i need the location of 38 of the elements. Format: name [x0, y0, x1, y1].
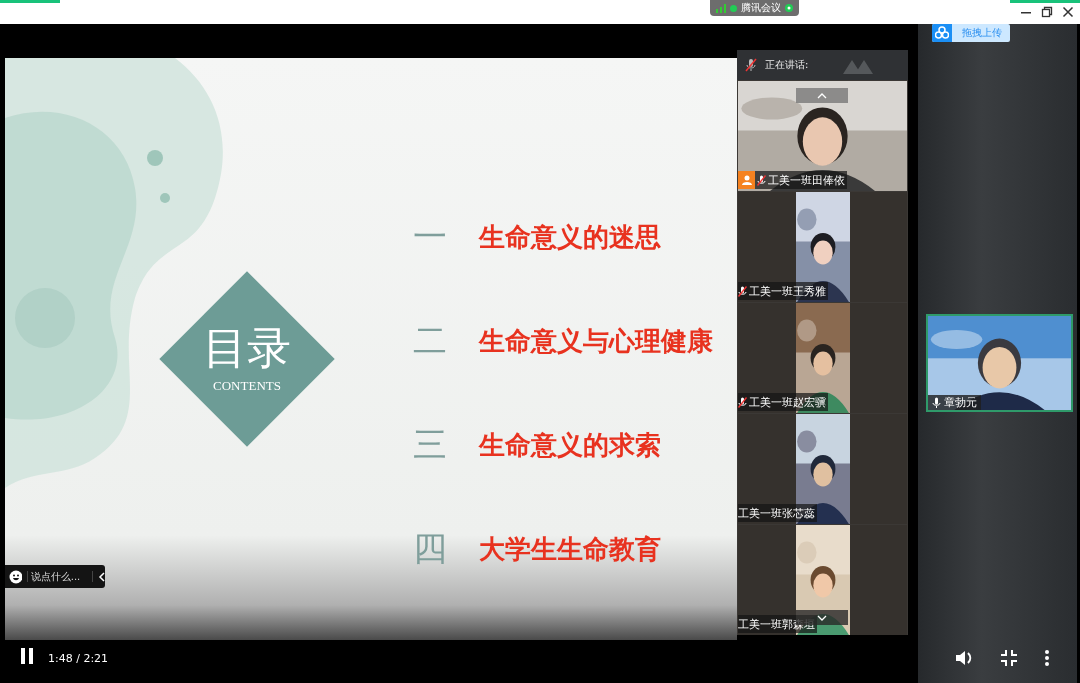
item-numeral: 一	[413, 215, 448, 258]
chat-input[interactable]: 说点什么...	[26, 571, 93, 582]
item-title: 大学生生命教育	[479, 532, 661, 566]
slide-subheading: CONTENTS	[213, 378, 281, 394]
caret-down-icon	[817, 614, 827, 621]
participant-name: 工美一班郭森垣	[738, 616, 815, 632]
video-tile[interactable]: 工美一班郭森垣	[738, 525, 907, 635]
smiley-icon[interactable]	[9, 569, 22, 584]
mic-off-icon	[745, 58, 757, 72]
more-icon[interactable]	[1044, 649, 1050, 667]
speaker-name: 章勃元	[944, 395, 977, 410]
item-numeral: 四	[413, 527, 448, 570]
meeting-title: 腾讯会议	[740, 1, 781, 15]
speaker-video[interactable]: 章勃元	[926, 314, 1073, 412]
item-title: 生命意义的迷思	[479, 220, 661, 254]
video-tile[interactable]: 工美一班王秀雅	[738, 192, 907, 302]
participant-name: 工美一班张芯蕊	[738, 505, 815, 521]
close-icon[interactable]	[1062, 6, 1074, 18]
video-tile[interactable]: 工美一班赵宏骥	[738, 303, 907, 413]
exit-fullscreen-icon[interactable]	[1000, 649, 1018, 667]
participant-name: 工美一班王秀雅	[749, 283, 826, 299]
collapse-icon[interactable]	[97, 571, 105, 582]
signal-icon	[715, 3, 726, 13]
item-title: 生命意义与心理健康	[479, 324, 713, 358]
speaking-label: 正在讲话:	[765, 58, 810, 72]
participant-name: 工美一班赵宏骥	[749, 394, 826, 410]
video-tile[interactable]: 工美一班张芯蕊	[738, 414, 907, 524]
restore-icon[interactable]	[1041, 6, 1053, 18]
accent-line	[1010, 0, 1080, 3]
item-numeral: 三	[413, 423, 448, 466]
status-dot-icon	[729, 4, 737, 12]
item-numeral: 二	[413, 319, 448, 362]
slide-heading: 目录	[203, 324, 291, 372]
playback-time: 1:48 / 2:21	[48, 651, 109, 665]
item-title: 生命意义的求索	[479, 428, 661, 462]
meeting-pill[interactable]: 腾讯会议	[709, 0, 799, 16]
volume-icon[interactable]	[954, 648, 974, 668]
accent-line	[0, 0, 60, 3]
